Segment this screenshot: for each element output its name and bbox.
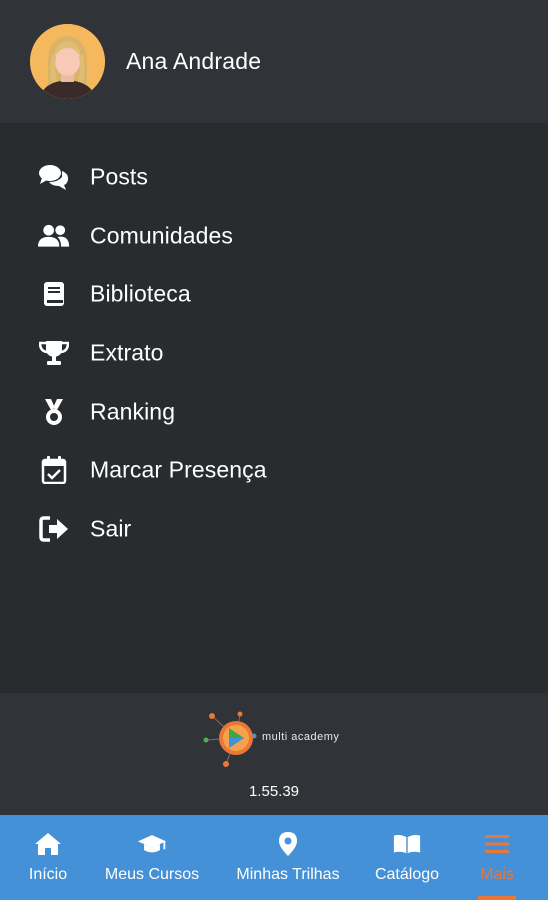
map-marker-icon (273, 831, 303, 857)
menu-item-marcar-presenca[interactable]: Marcar Presença (0, 441, 548, 500)
nav-item-minhas-trilhas[interactable]: Minhas Trilhas (208, 815, 368, 900)
user-name: Ana Andrade (126, 48, 262, 74)
app-version: 1.55.39 (248, 783, 300, 800)
menu-item-comunidades[interactable]: Comunidades (0, 207, 548, 266)
menu-item-extrato[interactable]: Extrato (0, 324, 548, 383)
nav-label: Meus Cursos (104, 866, 200, 883)
menu-item-posts[interactable]: Posts (0, 148, 548, 207)
nav-item-inicio[interactable]: Início (0, 815, 96, 900)
menu-item-sair[interactable]: Sair (0, 500, 548, 559)
menu-item-label: Comunidades (90, 222, 234, 249)
graduation-cap-icon (137, 831, 167, 857)
nav-label: Minhas Trilhas (236, 866, 340, 883)
menu-item-label: Sair (90, 515, 132, 542)
avatar[interactable] (30, 24, 105, 99)
nav-label: Início (28, 866, 68, 883)
trophy-icon (38, 337, 70, 369)
home-icon (33, 831, 63, 857)
menu-item-label: Biblioteca (90, 280, 191, 307)
book-icon (38, 278, 70, 310)
active-tab-indicator (478, 896, 516, 900)
users-icon (38, 220, 70, 252)
nav-label: Catálogo (374, 866, 440, 883)
comments-icon (38, 161, 70, 193)
nav-item-catalogo[interactable]: Catálogo (368, 815, 446, 900)
drawer-menu: Posts Comunidades Biblioteca Extrato Ran… (0, 148, 548, 558)
nav-label: Mais (480, 866, 514, 883)
medal-icon (38, 396, 70, 428)
open-book-icon (392, 831, 422, 857)
menu-item-label: Marcar Presença (90, 456, 267, 483)
sign-out-icon (38, 513, 70, 545)
hamburger-menu-icon (482, 831, 512, 857)
drawer-header: Ana Andrade (0, 0, 548, 123)
menu-item-label: Ranking (90, 398, 176, 425)
nav-item-mais[interactable]: Mais (446, 815, 548, 900)
calendar-check-icon (38, 454, 70, 486)
nav-item-meus-cursos[interactable]: Meus Cursos (96, 815, 208, 900)
menu-item-label: Posts (90, 163, 149, 190)
menu-item-biblioteca[interactable]: Biblioteca (0, 265, 548, 324)
bottom-navigation: Início Meus Cursos Minhas Trilhas Catálo… (0, 815, 548, 900)
menu-item-ranking[interactable]: Ranking (0, 382, 548, 441)
menu-item-label: Extrato (90, 339, 164, 366)
logo-text: multi academy (262, 731, 340, 743)
